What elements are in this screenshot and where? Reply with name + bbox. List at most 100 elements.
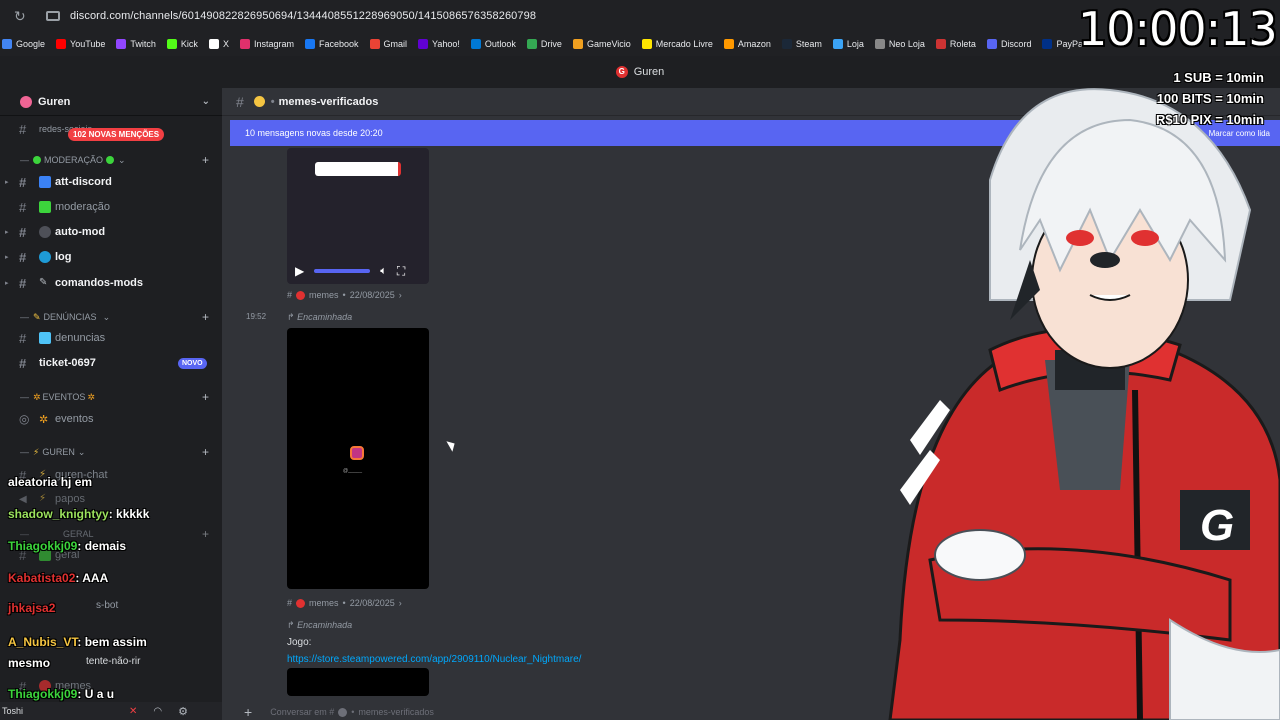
channel-moderacao[interactable]: # moderação xyxy=(0,196,222,218)
bookmark-item[interactable]: GameVicio xyxy=(572,39,631,49)
channel-att-discord[interactable]: ▸ # att-discord xyxy=(0,171,222,193)
category-guren[interactable]: — ⚡ GUREN ⌄ + xyxy=(20,443,209,461)
fullscreen-icon[interactable]: ⛶ xyxy=(397,264,405,279)
add-channel-icon[interactable]: + xyxy=(202,390,209,404)
channel-label: papos xyxy=(55,493,85,505)
bookmark-item[interactable]: Loja xyxy=(832,39,864,49)
bookmark-item[interactable]: Steam xyxy=(781,39,822,49)
play-icon[interactable]: ▶ xyxy=(295,264,304,278)
chat-text: bem assim xyxy=(84,635,147,649)
bookmark-item[interactable]: Instagram xyxy=(239,39,294,49)
category-denuncias[interactable]: — ✎ DENÚNCIAS ⌄ + xyxy=(20,308,209,326)
bookmark-favicon-icon xyxy=(832,39,843,49)
channel-log[interactable]: ▸ # log xyxy=(0,246,222,268)
bookmark-item[interactable]: Discord xyxy=(986,39,1032,49)
volume-icon[interactable]: 🔈︎ xyxy=(380,265,387,278)
steam-link[interactable]: https://store.steampowered.com/app/29091… xyxy=(287,654,581,665)
forward-icon: ↱ xyxy=(287,620,295,630)
add-channel-icon[interactable]: + xyxy=(202,310,209,324)
channel-emoji-icon xyxy=(39,176,51,188)
bookmark-item[interactable]: Mercado Livre xyxy=(641,39,713,49)
channel-auto-mod[interactable]: ▸ # auto-mod xyxy=(0,221,222,243)
bookmark-label: X xyxy=(222,39,229,49)
sun-icon: ✲ xyxy=(39,414,49,426)
bookmark-item[interactable]: Neo Loja xyxy=(874,39,925,49)
bookmark-item[interactable]: YouTube xyxy=(56,39,105,49)
bookmark-item[interactable]: Drive xyxy=(526,39,562,49)
chevron-down-icon[interactable]: ⌄ xyxy=(202,96,210,107)
video-embed[interactable] xyxy=(287,668,429,696)
bookmark-item[interactable]: Yahoo! xyxy=(418,39,460,49)
hash-icon: # xyxy=(19,199,27,215)
site-info-icon[interactable] xyxy=(46,11,60,21)
reload-icon[interactable]: ↻ xyxy=(14,8,34,25)
server-icon xyxy=(20,95,32,108)
mute-icon[interactable]: ✕ xyxy=(129,706,137,717)
bookmark-favicon-icon xyxy=(166,39,177,49)
chat-message: A_Nubis_VT: bem assim xyxy=(8,635,147,649)
chat-separator: : xyxy=(77,635,85,649)
bookmark-label: Outlook xyxy=(484,39,516,49)
bookmark-item[interactable]: Outlook xyxy=(470,39,516,49)
attach-icon[interactable]: + xyxy=(244,704,252,720)
lightning-icon: ⚡ xyxy=(39,493,47,504)
hash-icon: # xyxy=(19,330,27,346)
video-embed[interactable]: ▶ 🔈︎ ⛶ xyxy=(287,148,429,284)
bookmark-label: Neo Loja xyxy=(888,39,925,49)
add-channel-icon[interactable]: + xyxy=(202,153,209,167)
bookmark-favicon-icon xyxy=(239,39,250,49)
forward-source[interactable]: # memes • 22/08/2025 › xyxy=(287,290,402,300)
bookmark-favicon-icon xyxy=(526,39,537,49)
globe-icon xyxy=(39,251,51,263)
bookmark-item[interactable]: Kick xyxy=(166,39,198,49)
bookmark-label: Gmail xyxy=(383,39,408,49)
category-eventos[interactable]: — ✲ EVENTOS ✲ + xyxy=(20,388,209,406)
bookmark-item[interactable]: Gmail xyxy=(369,39,408,49)
bookmark-item[interactable]: Twitch xyxy=(116,39,156,49)
channel-label: tente-não-rir xyxy=(86,655,141,667)
channel-label: denuncias xyxy=(55,332,106,344)
rule-sub: 1 SUB = 10min xyxy=(1173,70,1264,85)
bookmark-item[interactable]: X xyxy=(208,39,229,49)
volume-slider[interactable] xyxy=(314,269,371,273)
channel-label: comandos-mods xyxy=(55,277,144,289)
category-moderacao[interactable]: — MODERAÇÃO ⌄ + xyxy=(20,151,209,169)
channel-label: moderação xyxy=(55,201,111,213)
source-channel: memes xyxy=(309,290,339,300)
bookmark-item[interactable]: Roleta xyxy=(935,39,976,49)
add-channel-icon[interactable]: + xyxy=(202,445,209,459)
channel-sidebar: Guren ⌄ # redes-sociais 102 NOVAS MENÇÕE… xyxy=(0,88,222,720)
headphones-icon[interactable]: ◠ xyxy=(153,706,162,717)
bookmark-label: Mercado Livre xyxy=(655,39,713,49)
chat-message: mesmo xyxy=(8,656,50,670)
forward-source[interactable]: # memes • 22/08/2025 › xyxy=(287,598,402,608)
mentions-badge[interactable]: 102 NOVAS MENÇÕES xyxy=(68,128,165,141)
channel-comandos-mods[interactable]: ▸ # ✎ comandos-mods xyxy=(0,272,222,294)
stream-timer: 10:00:13 xyxy=(1078,2,1278,56)
source-channel: memes xyxy=(309,598,339,608)
bookmark-item[interactable]: Facebook xyxy=(304,39,359,49)
bookmark-favicon-icon xyxy=(1042,39,1053,49)
address-text[interactable]: discord.com/channels/601490822826950694/… xyxy=(70,10,536,22)
chat-message: shadow_knightyy: kkkkk xyxy=(8,507,149,521)
add-channel-icon[interactable]: + xyxy=(202,527,209,541)
message-text: Jogo: xyxy=(287,637,312,648)
forwarded-label: ↱ Encaminhada xyxy=(287,620,352,631)
chat-message: jhkajsa2 xyxy=(8,601,55,615)
bookmark-label: Yahoo! xyxy=(432,39,460,49)
chat-text: kkkkk xyxy=(116,507,150,521)
server-header[interactable]: Guren ⌄ xyxy=(0,88,222,116)
bookmark-favicon-icon xyxy=(208,39,219,49)
bookmark-item[interactable]: Amazon xyxy=(723,39,771,49)
bookmark-label: YouTube xyxy=(70,39,106,49)
channel-ticket[interactable]: # ticket-0697 NOVO xyxy=(0,352,222,374)
chat-separator: : xyxy=(77,539,85,553)
channel-denuncias[interactable]: # denuncias xyxy=(0,327,222,349)
channel-eventos[interactable]: ◎ ✲ eventos xyxy=(0,408,222,430)
gear-icon[interactable]: ⚙ xyxy=(178,705,188,718)
bookmark-item[interactable]: Google xyxy=(2,39,45,49)
server-name: Guren xyxy=(38,95,71,108)
chat-message: Thiagokkj09: demais xyxy=(8,539,126,553)
bookmark-label: Discord xyxy=(1000,39,1032,49)
video-embed[interactable]: @_____ xyxy=(287,328,429,589)
